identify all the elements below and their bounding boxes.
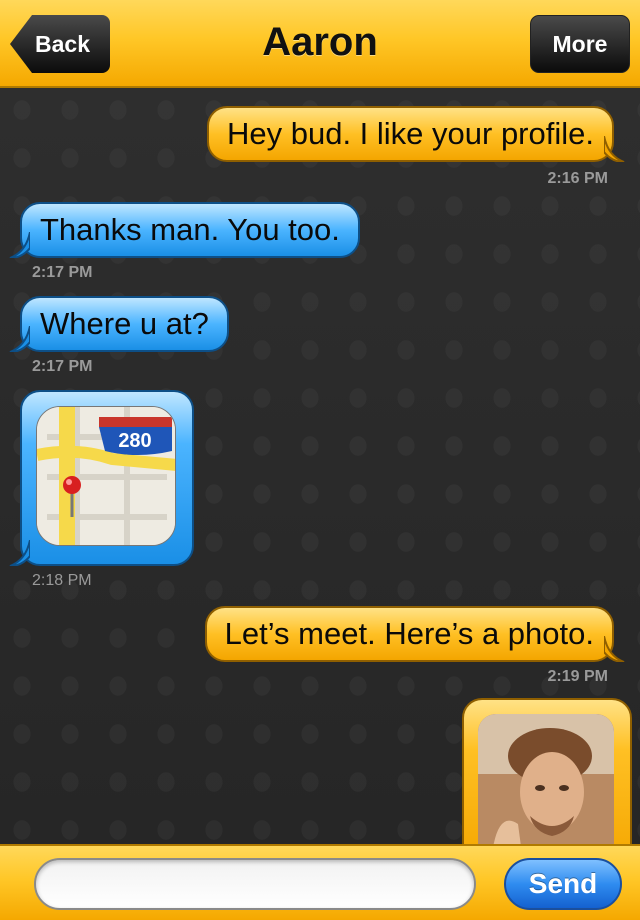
message-timestamp: 2:17 PM (32, 264, 93, 281)
message-text: Where u at? (40, 306, 209, 341)
highway-label: 280 (118, 430, 151, 452)
photo-thumbnail[interactable] (478, 714, 614, 844)
message-timestamp: 2:19 PM (547, 668, 608, 685)
location-message[interactable]: 280 (9, 390, 194, 566)
message-timestamp: 2:18 PM (32, 572, 92, 589)
message-text: Let’s meet. Here’s a photo. (224, 616, 594, 651)
send-button-label: Send (528, 868, 598, 899)
message-bubble-incoming[interactable]: Where u at? (9, 296, 229, 352)
nav-bar: Back Aaron More (0, 0, 640, 88)
bubble-tail-icon (9, 540, 30, 566)
message-text: Hey bud. I like your profile. (226, 116, 594, 151)
message-bubble-outgoing[interactable]: Hey bud. I like your profile. (206, 106, 625, 162)
photo-message[interactable] (462, 698, 632, 844)
bubble-tail-icon (604, 136, 625, 162)
message-bubble-incoming[interactable]: Thanks man. You too. (9, 202, 360, 258)
message-bubble-outgoing[interactable]: Let’s meet. Here’s a photo. (204, 606, 625, 662)
person-photo-icon (478, 714, 614, 844)
more-button-label: More (552, 30, 608, 57)
bubble-tail-icon (9, 326, 30, 352)
map-icon: 280 (36, 406, 176, 546)
bubble-tail-icon (604, 636, 625, 662)
bubble-tail-icon (9, 232, 30, 258)
conversation-area[interactable]: Hey bud. I like your profile. 2:16 PM Th… (0, 88, 640, 844)
map-pin-icon: 280 (37, 407, 175, 545)
send-button[interactable]: Send (504, 858, 622, 910)
message-input[interactable] (34, 858, 476, 910)
composer-bar: Send (0, 844, 640, 920)
message-text: Thanks man. You too. (40, 212, 340, 247)
message-timestamp: 2:16 PM (547, 170, 608, 187)
message-timestamp: 2:17 PM (32, 358, 93, 375)
more-button[interactable]: More (530, 15, 630, 73)
